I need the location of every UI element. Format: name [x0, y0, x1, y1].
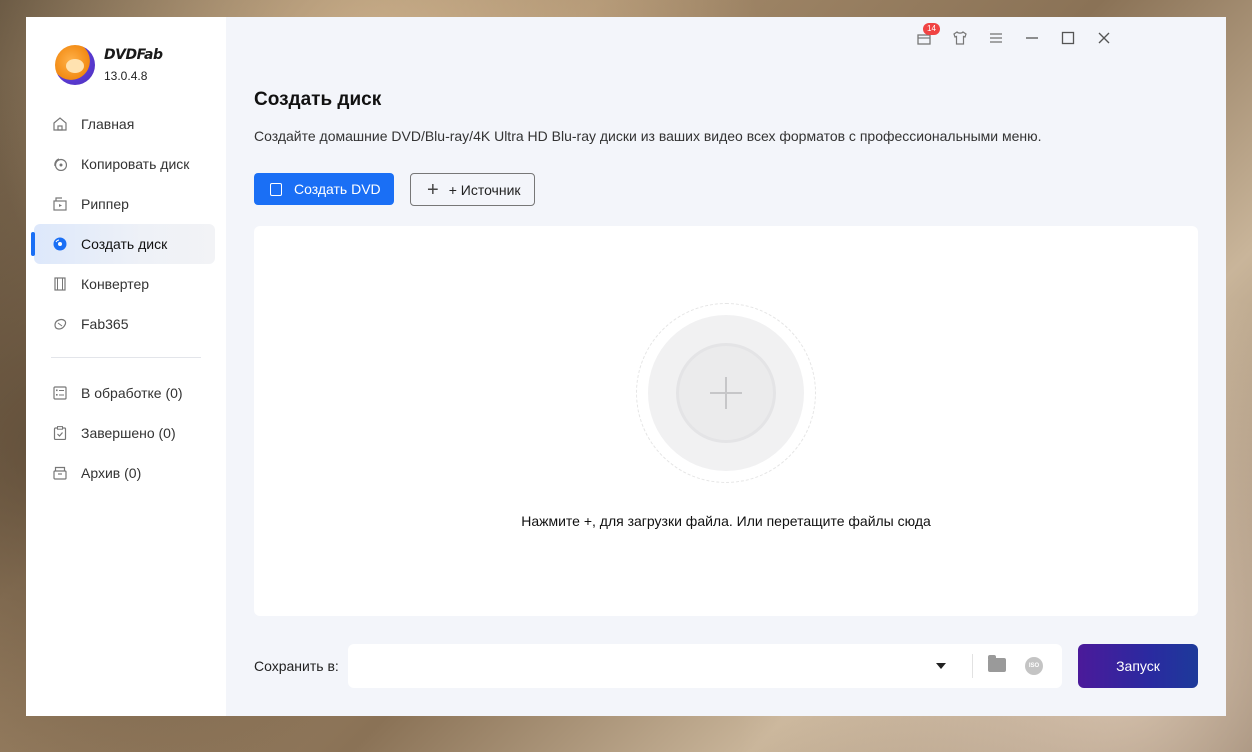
sidebar-item-label: В обработке (0) [81, 385, 183, 401]
notification-badge: 14 [923, 23, 940, 35]
fab365-icon [53, 317, 67, 331]
sidebar-item-label: Риппер [81, 196, 129, 212]
home-icon [53, 117, 67, 131]
save-path-select[interactable]: ISO [348, 644, 1062, 688]
close-button[interactable] [1096, 30, 1112, 46]
drop-hint: Нажмите +, для загрузки файла. Или перет… [521, 513, 931, 529]
list-icon [53, 386, 67, 400]
close-icon [1098, 32, 1110, 44]
menu-button[interactable] [988, 30, 1004, 46]
sidebar-item-archive[interactable]: Архив (0) [26, 453, 226, 493]
sidebar-item-label: Конвертер [81, 276, 150, 292]
add-plus-icon-h [710, 392, 742, 394]
folder-icon[interactable] [988, 655, 1006, 672]
sidebar-item-label: Главная [81, 116, 135, 132]
sidebar-item-label: Завершено (0) [81, 425, 176, 441]
sidebar-item-label: Копировать диск [81, 156, 190, 172]
save-to-label: Сохранить в: [254, 658, 339, 674]
page-description: Создайте домашние DVD/Blu-ray/4K Ultra H… [254, 128, 1042, 144]
sidebar-item-fab365[interactable]: Fab365 [26, 304, 226, 344]
sidebar-item-label: Архив (0) [81, 465, 142, 481]
iso-icon[interactable]: ISO [1025, 657, 1043, 675]
sidebar-item-home[interactable]: Главная [26, 104, 226, 144]
sidebar: DVDFab 13.0.4.8 Главная Копировать диск [26, 17, 226, 716]
app-version: 13.0.4.8 [104, 69, 148, 83]
main-panel: 14 Создать диск Создайте домашние DVD/Bl… [226, 17, 1226, 716]
file-drop-zone[interactable]: Нажмите +, для загрузки файла. Или перет… [254, 226, 1198, 616]
sidebar-item-label: Fab365 [81, 316, 129, 332]
sidebar-item-processing[interactable]: В обработке (0) [26, 373, 226, 413]
gift-notification-button[interactable]: 14 [916, 23, 940, 46]
page-title: Создать диск [254, 89, 382, 110]
sidebar-item-copy-disc[interactable]: Копировать диск [26, 144, 226, 184]
sidebar-item-converter[interactable]: Конвертер [26, 264, 226, 304]
sidebar-item-ripper[interactable]: Риппер [26, 184, 226, 224]
add-source-label: + Источник [448, 181, 521, 198]
clipboard-check-icon [53, 426, 67, 440]
title-bar: 14 [826, 17, 1226, 59]
minimize-button[interactable] [1024, 30, 1040, 46]
sidebar-item-label: Создать диск [81, 236, 168, 252]
skin-button[interactable] [952, 30, 968, 46]
plus-icon: + [427, 178, 439, 201]
chevron-down-icon[interactable] [936, 663, 946, 669]
maximize-icon [1061, 31, 1075, 45]
minimize-icon [1026, 37, 1038, 39]
disc-output-icon [270, 182, 282, 196]
hamburger-menu-icon [990, 33, 1002, 43]
maximize-button[interactable] [1060, 30, 1076, 46]
field-divider [972, 654, 973, 678]
create-dvd-label: Создать DVD [294, 181, 381, 197]
dvdfab-logo-icon [55, 45, 95, 85]
app-logo: DVDFab 13.0.4.8 [55, 45, 163, 85]
shirt-icon [953, 31, 967, 45]
app-brand: DVDFab [104, 47, 163, 63]
film-icon [53, 277, 67, 291]
sidebar-divider [51, 357, 201, 358]
archive-icon [53, 466, 67, 480]
sidebar-item-create-disc[interactable]: Создать диск [31, 224, 215, 264]
add-source-button[interactable]: + + Источник [410, 173, 535, 206]
create-dvd-button[interactable]: Создать DVD [254, 173, 394, 205]
create-disc-icon [53, 237, 67, 251]
app-window: DVDFab 13.0.4.8 Главная Копировать диск [26, 17, 1226, 716]
sidebar-item-completed[interactable]: Завершено (0) [26, 413, 226, 453]
sidebar-nav: Главная Копировать диск Риппер Создать д… [26, 104, 226, 493]
ripper-icon [53, 197, 67, 211]
copy-disc-icon [53, 157, 67, 171]
start-button[interactable]: Запуск [1078, 644, 1198, 688]
